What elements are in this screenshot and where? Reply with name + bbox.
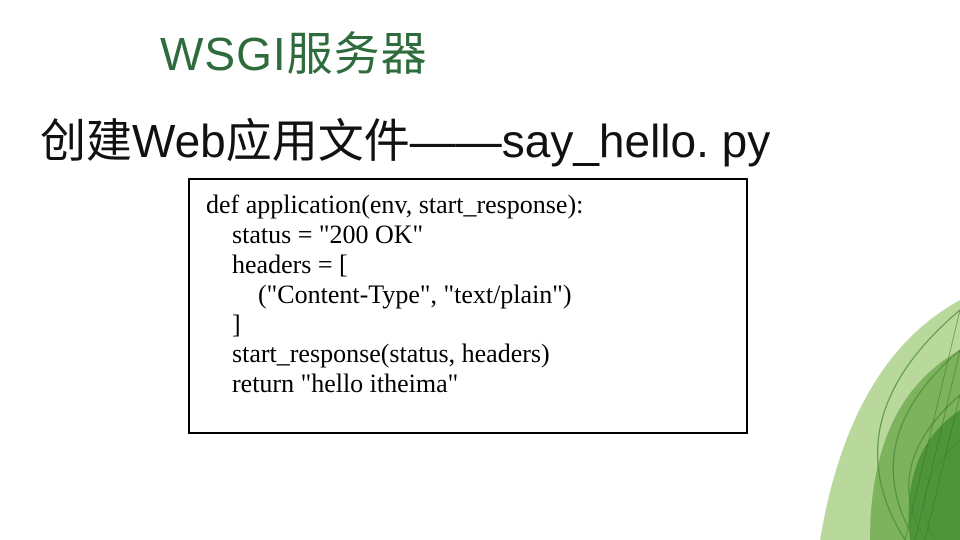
- code-content: def application(env, start_response): st…: [206, 190, 730, 399]
- subtitle: 创建Web应用文件——say_hello. py: [40, 105, 770, 171]
- page-title: WSGI服务器: [160, 18, 428, 84]
- code-box: def application(env, start_response): st…: [188, 178, 748, 434]
- slide: WSGI服务器 创建Web应用文件——say_hello. py def app…: [0, 0, 960, 540]
